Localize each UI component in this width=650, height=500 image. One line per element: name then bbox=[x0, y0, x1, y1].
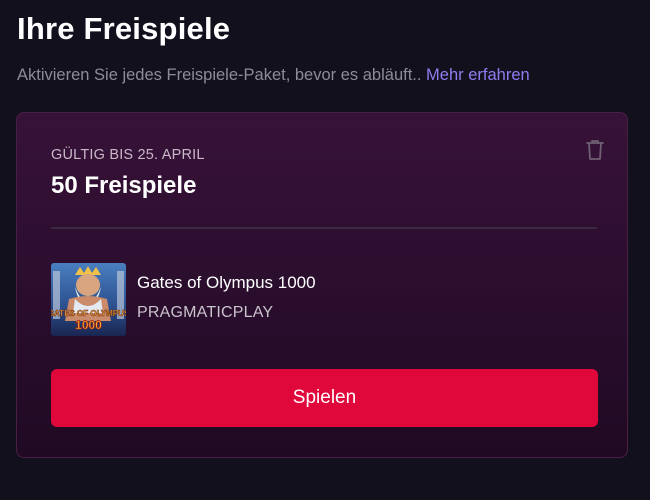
page-title: Ihre Freispiele bbox=[17, 11, 231, 46]
thumbnail-title-text: GATES OF OLYMPUS bbox=[51, 309, 126, 318]
free-spins-card: GÜLTIG BIS 25. APRIL 50 Freispiele GATES… bbox=[16, 112, 628, 458]
game-provider: PRAGMATICPLAY bbox=[137, 304, 274, 321]
thumbnail-number-text: 1000 bbox=[75, 318, 102, 332]
offer-title: 50 Freispiele bbox=[51, 172, 197, 199]
game-thumbnail[interactable]: GATES OF OLYMPUS 1000 bbox=[51, 263, 126, 336]
validity-date: GÜLTIG BIS 25. APRIL bbox=[51, 147, 205, 163]
subtitle-text: Aktivieren Sie jedes Freispiele-Paket, b… bbox=[17, 66, 422, 84]
page-subtitle: Aktivieren Sie jedes Freispiele-Paket, b… bbox=[17, 66, 530, 85]
trash-icon[interactable] bbox=[584, 138, 606, 162]
divider bbox=[51, 227, 597, 229]
game-name[interactable]: Gates of Olympus 1000 bbox=[137, 273, 316, 293]
play-button[interactable]: Spielen bbox=[51, 369, 598, 427]
more-info-link[interactable]: Mehr erfahren bbox=[426, 66, 530, 84]
